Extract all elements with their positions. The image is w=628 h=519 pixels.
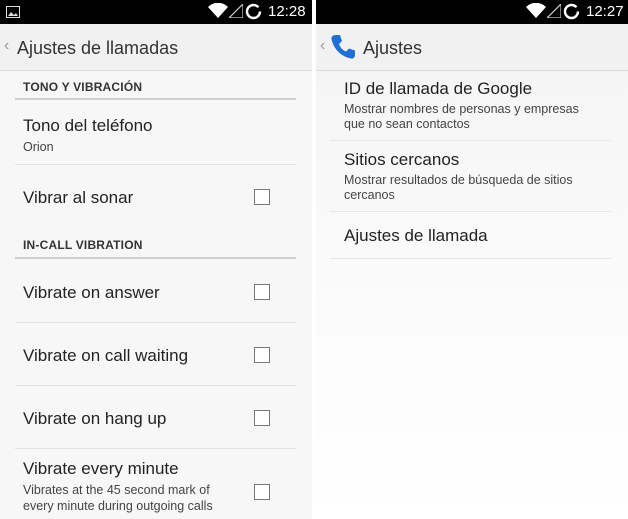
- action-bar-title[interactable]: Ajustes de llamadas: [17, 37, 178, 59]
- battery-ring-icon: [563, 3, 580, 25]
- action-bar: ‹ Ajustes de llamadas: [0, 24, 312, 71]
- item-summary: Mostrar nombres de personas y empresas q…: [344, 102, 579, 131]
- category-divider: [15, 257, 296, 259]
- wifi-icon: [208, 2, 228, 24]
- row-divider: [330, 140, 611, 141]
- status-time: 12:28: [268, 3, 306, 20]
- status-bar: 12:27: [316, 0, 628, 24]
- row-divider: [15, 448, 296, 449]
- right-screen: 12:27 ‹ Ajustes: [316, 0, 628, 519]
- item-title: Vibrate on answer: [23, 283, 160, 302]
- action-bar: ‹ Ajustes: [316, 24, 628, 71]
- item-title: Vibrate on call waiting: [23, 346, 189, 365]
- image-notification-icon: [6, 5, 20, 23]
- checkbox[interactable]: [254, 410, 270, 426]
- left-screen: 12:28 ‹ Ajustes de llamadas TONO Y VIBRA…: [0, 0, 312, 519]
- item-title: Vibrar al sonar: [23, 188, 134, 207]
- phone-icon[interactable]: [329, 33, 357, 66]
- up-caret-icon[interactable]: ‹: [320, 38, 325, 54]
- row-divider: [15, 385, 296, 386]
- up-caret-icon[interactable]: ‹: [4, 38, 9, 54]
- item-summary: Vibrates at the 45 second mark of every …: [23, 483, 213, 513]
- checkbox[interactable]: [254, 347, 270, 363]
- row-divider: [15, 164, 296, 165]
- item-title: Ajustes de llamada: [344, 226, 488, 245]
- status-time: 12:27: [586, 3, 624, 20]
- action-bar-title[interactable]: Ajustes: [363, 37, 422, 59]
- category-divider: [15, 98, 296, 100]
- signal-icon: [545, 2, 562, 23]
- item-title: Vibrate on hang up: [23, 409, 167, 428]
- row-divider: [15, 322, 296, 323]
- checkbox[interactable]: [254, 484, 270, 500]
- item-title: Vibrate every minute: [23, 459, 179, 478]
- row-divider: [330, 258, 611, 259]
- signal-icon: [227, 2, 244, 23]
- status-bar: 12:28: [0, 0, 312, 24]
- item-summary: Orion: [23, 140, 54, 154]
- row-divider: [330, 211, 611, 212]
- checkbox[interactable]: [254, 284, 270, 300]
- item-title: Sitios cercanos: [344, 150, 460, 169]
- item-title: ID de llamada de Google: [344, 79, 533, 98]
- checkbox[interactable]: [254, 189, 270, 205]
- item-title: Tono del teléfono: [23, 116, 153, 135]
- category-header: TONO Y VIBRACIÓN: [23, 80, 143, 94]
- battery-ring-icon: [245, 3, 262, 25]
- wifi-icon: [526, 2, 546, 24]
- item-summary: Mostrar resultados de búsqueda de sitios…: [344, 173, 573, 202]
- category-header: IN-CALL VIBRATION: [23, 238, 143, 252]
